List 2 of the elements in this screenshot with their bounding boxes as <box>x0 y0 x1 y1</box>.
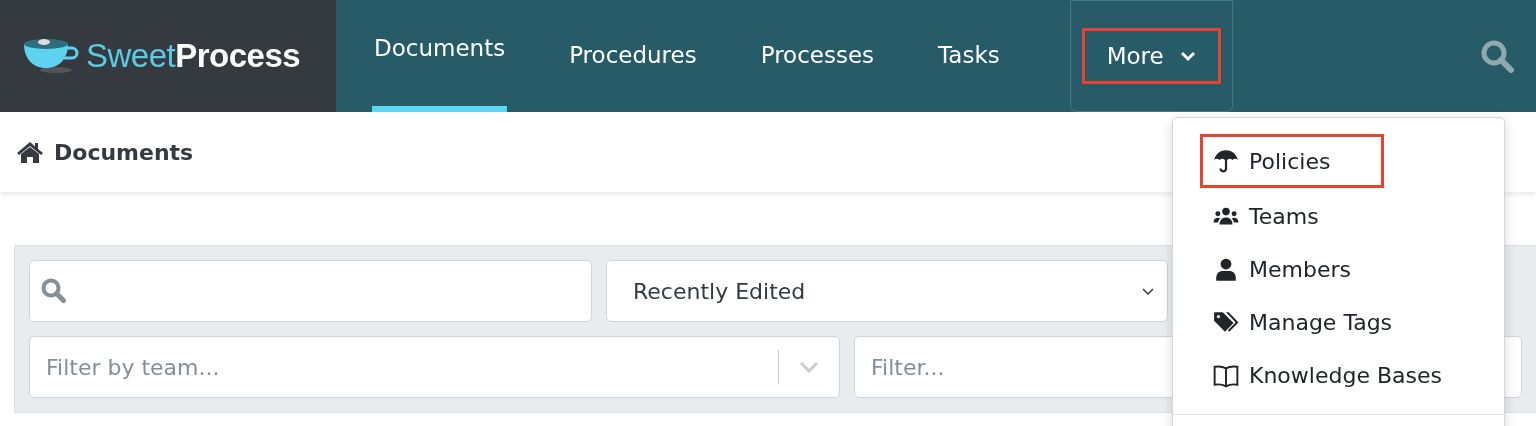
page-title: Documents <box>54 139 194 165</box>
brand-name: SweetProcess <box>86 37 301 75</box>
